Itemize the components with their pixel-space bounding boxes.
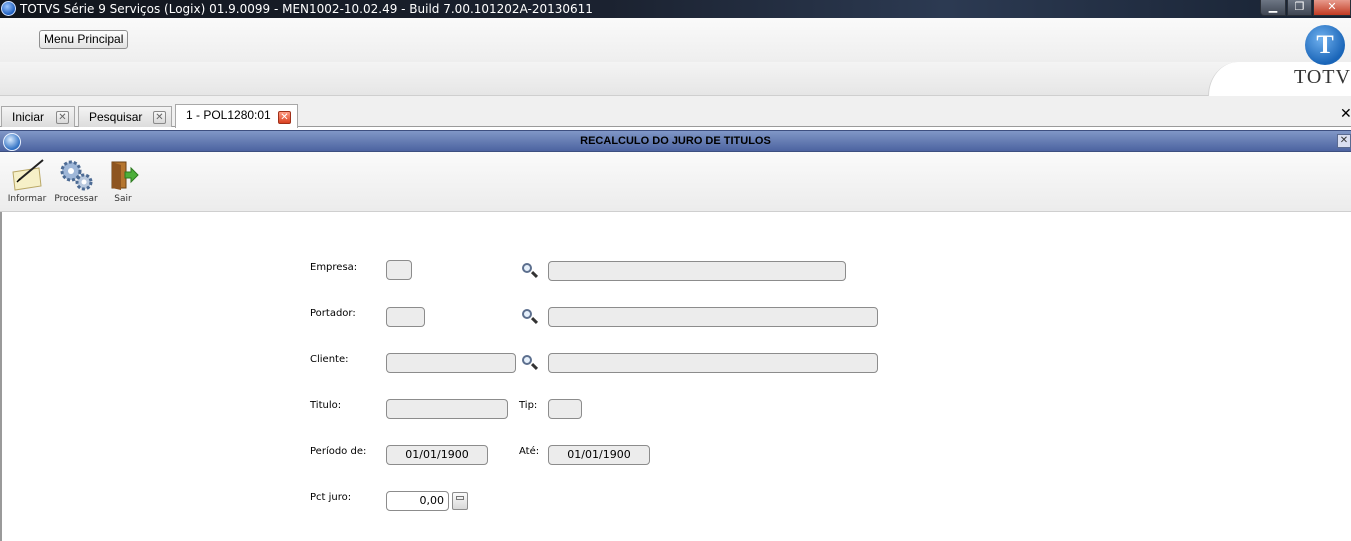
tab-pol1280[interactable]: 1 - POL1280:01 ✕ <box>175 104 298 128</box>
informar-button[interactable]: Informar <box>3 158 51 204</box>
cliente-description-field <box>548 353 878 373</box>
content-border <box>0 212 2 541</box>
ate-label: Até: <box>519 446 540 457</box>
pen-paper-icon <box>9 158 45 192</box>
window-title: TOTVS Série 9 Serviços (Logix) 01.9.0099… <box>20 2 593 16</box>
portador-search-icon[interactable] <box>522 309 539 325</box>
close-all-tabs-icon[interactable]: ✕ <box>1340 106 1351 122</box>
tab-pesquisar[interactable]: Pesquisar ✕ <box>78 106 172 127</box>
tab-label: Iniciar <box>12 110 45 124</box>
cliente-search-icon[interactable] <box>522 355 539 371</box>
maximize-button[interactable]: ❐ <box>1287 0 1312 16</box>
tip-input[interactable] <box>548 399 582 419</box>
cliente-label: Cliente: <box>310 354 349 365</box>
empresa-code-input[interactable] <box>386 260 412 280</box>
close-tab-icon[interactable]: ✕ <box>278 111 291 124</box>
tab-label: Pesquisar <box>89 110 143 124</box>
totvs-logo-text: TOTVS <box>1294 66 1351 88</box>
informar-label: Informar <box>7 194 47 204</box>
sair-label: Sair <box>114 194 132 204</box>
minimize-button[interactable]: ▁ <box>1260 0 1286 16</box>
portador-label: Portador: <box>310 308 356 319</box>
header-band <box>0 62 1351 96</box>
totvs-app-icon <box>1 1 16 16</box>
exit-door-icon <box>105 158 141 192</box>
gears-icon <box>58 158 94 192</box>
tab-label: 1 - POL1280:01 <box>186 108 271 122</box>
tab-iniciar[interactable]: Iniciar ✕ <box>1 106 75 127</box>
close-program-button[interactable]: ✕ <box>1337 134 1351 148</box>
close-window-button[interactable]: ✕ <box>1313 0 1351 16</box>
totvs-logo-icon: T <box>1305 25 1345 65</box>
periodo-de-input[interactable]: 01/01/1900 <box>386 445 488 465</box>
close-tab-icon[interactable]: ✕ <box>56 111 69 124</box>
program-title: RECALCULO DO JURO DE TITULOS <box>580 135 771 147</box>
periodo-label: Período de: <box>310 446 367 457</box>
portador-code-input[interactable] <box>386 307 425 327</box>
pct-juro-label: Pct juro: <box>310 492 352 503</box>
processar-button[interactable]: Processar <box>52 158 100 204</box>
empresa-label: Empresa: <box>310 262 358 273</box>
menu-bar: Menu Principal <box>0 18 1351 62</box>
titulo-input[interactable] <box>386 399 508 419</box>
calculator-icon[interactable] <box>452 492 468 510</box>
sair-button[interactable]: Sair <box>99 158 147 204</box>
processar-label: Processar <box>54 194 98 204</box>
tab-strip: Iniciar ✕ Pesquisar ✕ 1 - POL1280:01 ✕ <box>0 96 1351 128</box>
toolbar: Informar Processar Sair <box>0 152 1351 212</box>
titulo-label: Titulo: <box>310 400 342 411</box>
program-header: RECALCULO DO JURO DE TITULOS ✕ <box>0 130 1351 152</box>
cliente-code-input[interactable] <box>386 353 516 373</box>
periodo-ate-input[interactable]: 01/01/1900 <box>548 445 650 465</box>
empresa-description-field <box>548 261 846 281</box>
empresa-search-icon[interactable] <box>522 263 539 279</box>
window-title-bar: TOTVS Série 9 Serviços (Logix) 01.9.0099… <box>0 0 1351 18</box>
tip-label: Tip: <box>519 400 538 411</box>
pct-juro-input[interactable]: 0,00 <box>386 491 449 511</box>
portador-description-field <box>548 307 878 327</box>
close-tab-icon[interactable]: ✕ <box>153 111 166 124</box>
menu-principal-button[interactable]: Menu Principal <box>39 30 129 49</box>
